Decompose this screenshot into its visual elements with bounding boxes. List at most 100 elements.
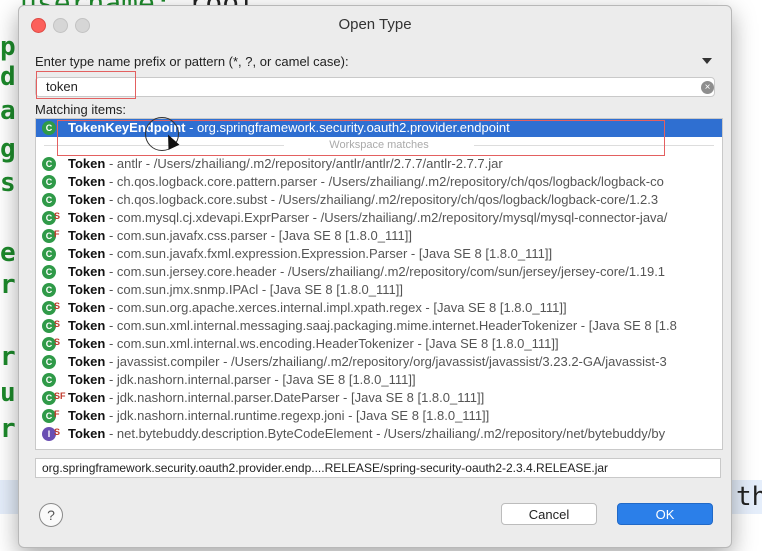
open-type-dialog: Open Type Enter type name prefix or patt… [18, 5, 732, 548]
row-text: Token - ch.qos.logback.core.pattern.pars… [68, 173, 664, 191]
type-name: Token [68, 192, 106, 207]
modifier-badge: S [54, 211, 61, 221]
type-detail: - ch.qos.logback.core.pattern.parser - /… [105, 174, 664, 189]
class-icon: C [42, 247, 56, 261]
row-text: Token - antlr - /Users/zhailiang/.m2/rep… [68, 155, 503, 173]
type-name: Token [68, 390, 106, 405]
list-item[interactable]: C F Token - jdk.nashorn.internal.runtime.r… [36, 407, 722, 425]
modifier-badge: S [54, 337, 61, 347]
list-item[interactable]: C Token - com.sun.javafx.fxml.expression.… [36, 245, 722, 263]
list-item[interactable]: C S Token - com.sun.xml.internal.messaging… [36, 317, 722, 335]
view-menu-icon[interactable] [702, 58, 712, 64]
gutter-letter: a [0, 96, 16, 126]
gutter-letter: s [0, 168, 16, 198]
class-icon: C [42, 157, 56, 171]
list-item[interactable]: C S Token - com.sun.xml.internal.ws.encodi… [36, 335, 722, 353]
type-name: Token [68, 372, 106, 387]
type-name: Token [68, 354, 106, 369]
row-text: Token - javassist.compiler - /Users/zhai… [68, 353, 667, 371]
modifier-badge: SF [54, 391, 66, 401]
row-text: Token - com.sun.javafx.fxml.expression.E… [68, 245, 552, 263]
type-detail: - ch.qos.logback.core.subst - /Users/zha… [105, 192, 659, 207]
list-item[interactable]: C S Token - com.sun.org.apache.xerces.inte… [36, 299, 722, 317]
selected-type-path: org.springframework.security.oauth2.prov… [35, 458, 721, 478]
type-name: Token [68, 408, 106, 423]
type-detail: - com.sun.jersey.core.header - /Users/zh… [105, 264, 666, 279]
type-name: Token [68, 318, 106, 333]
row-text: Token - jdk.nashorn.internal.parser.Date… [68, 389, 484, 407]
editor-right-text: th [736, 482, 762, 512]
gutter-letter: u [0, 378, 16, 408]
list-item[interactable]: I S Token - net.bytebuddy.description.Byte… [36, 425, 722, 443]
type-name: Token [68, 426, 106, 441]
type-name: Token [68, 282, 106, 297]
type-name: Token [68, 156, 106, 171]
class-icon: C [42, 175, 56, 189]
row-text: Token - com.sun.javafx.css.parser - [Jav… [68, 227, 412, 245]
row-text: Token - com.sun.xml.internal.messaging.s… [68, 317, 677, 335]
row-text: Token - com.sun.jersey.core.header - /Us… [68, 263, 665, 281]
type-detail: - com.sun.xml.internal.messaging.saaj.pa… [105, 318, 677, 333]
help-icon[interactable]: ? [39, 503, 63, 527]
row-text: Token - com.sun.org.apache.xerces.intern… [68, 299, 567, 317]
search-input[interactable]: token [35, 77, 715, 97]
class-icon: C [42, 283, 56, 297]
modifier-badge: S [54, 301, 61, 311]
matching-items-list[interactable]: C TokenKeyEndpoint - org.springframework… [35, 118, 723, 450]
row-text: Token - com.sun.xml.internal.ws.encoding… [68, 335, 559, 353]
class-icon: C [42, 355, 56, 369]
type-detail: - antlr - /Users/zhailiang/.m2/repositor… [105, 156, 503, 171]
row-text: Token - com.sun.jmx.snmp.IPAcl - [Java S… [68, 281, 403, 299]
ok-button[interactable]: OK [617, 503, 713, 525]
type-name: Token [68, 174, 106, 189]
row-text: Token - jdk.nashorn.internal.runtime.reg… [68, 407, 489, 425]
class-icon: C [42, 121, 56, 135]
row-text: Token - net.bytebuddy.description.ByteCo… [68, 425, 665, 443]
type-name: Token [68, 228, 106, 243]
clear-search-icon[interactable]: × [701, 81, 714, 94]
title-bar: Open Type [19, 6, 731, 42]
type-detail: - javassist.compiler - /Users/zhailiang/… [105, 354, 667, 369]
list-item[interactable]: C Token - jdk.nashorn.internal.parser - [… [36, 371, 722, 389]
gutter-letter: r [0, 270, 16, 300]
type-name: Token [68, 264, 106, 279]
gutter-letter: r [0, 414, 16, 444]
list-item[interactable]: C Token - com.sun.jersey.core.header - /U… [36, 263, 722, 281]
type-name: Token [68, 246, 106, 261]
type-name: Token [68, 336, 106, 351]
list-item[interactable]: C S Token - com.mysql.cj.xdevapi.ExprParse… [36, 209, 722, 227]
list-item[interactable]: C Token - ch.qos.logback.core.pattern.par… [36, 173, 722, 191]
gutter-letter: p [0, 32, 16, 62]
gutter-letter: r [0, 342, 16, 372]
list-item[interactable]: C F Token - com.sun.javafx.css.parser - [J… [36, 227, 722, 245]
list-item[interactable]: C Token - antlr - /Users/zhailiang/.m2/re… [36, 155, 722, 173]
matching-items-label: Matching items: [35, 102, 127, 117]
prompt-label: Enter type name prefix or pattern (*, ?,… [35, 54, 349, 69]
modifier-badge: F [54, 229, 60, 239]
row-text: Token - jdk.nashorn.internal.parser - [J… [68, 371, 416, 389]
list-item[interactable]: C Token - com.sun.jmx.snmp.IPAcl - [Java … [36, 281, 722, 299]
list-item[interactable]: C SF Token - jdk.nashorn.internal.parser.D… [36, 389, 722, 407]
gutter-letter: d [0, 62, 16, 92]
type-name: Token [68, 300, 106, 315]
list-item[interactable]: C Token - ch.qos.logback.core.subst - /Us… [36, 191, 722, 209]
list-item[interactable]: C Token - javassist.compiler - /Users/zha… [36, 353, 722, 371]
type-detail: - com.sun.xml.internal.ws.encoding.Heade… [105, 336, 559, 351]
class-icon: C [42, 265, 56, 279]
type-detail: - jdk.nashorn.internal.parser - [Java SE… [105, 372, 416, 387]
type-detail: - jdk.nashorn.internal.parser.DateParser… [105, 390, 485, 405]
type-detail: - net.bytebuddy.description.ByteCodeElem… [105, 426, 666, 441]
modifier-badge: S [54, 427, 61, 437]
gutter-letter: g [0, 134, 16, 164]
row-text: Token - com.mysql.cj.xdevapi.ExprParser … [68, 209, 667, 227]
class-icon: C [42, 193, 56, 207]
type-detail: - com.sun.javafx.fxml.expression.Express… [105, 246, 553, 261]
type-name: Token [68, 210, 106, 225]
type-detail: - com.sun.javafx.css.parser - [Java SE 8… [105, 228, 412, 243]
type-detail: - com.sun.jmx.snmp.IPAcl - [Java SE 8 [1… [105, 282, 404, 297]
annotation-box [36, 71, 136, 99]
cancel-button[interactable]: Cancel [501, 503, 597, 525]
type-detail: - jdk.nashorn.internal.runtime.regexp.jo… [105, 408, 490, 423]
row-text: Token - ch.qos.logback.core.subst - /Use… [68, 191, 658, 209]
modifier-badge: F [54, 409, 60, 419]
